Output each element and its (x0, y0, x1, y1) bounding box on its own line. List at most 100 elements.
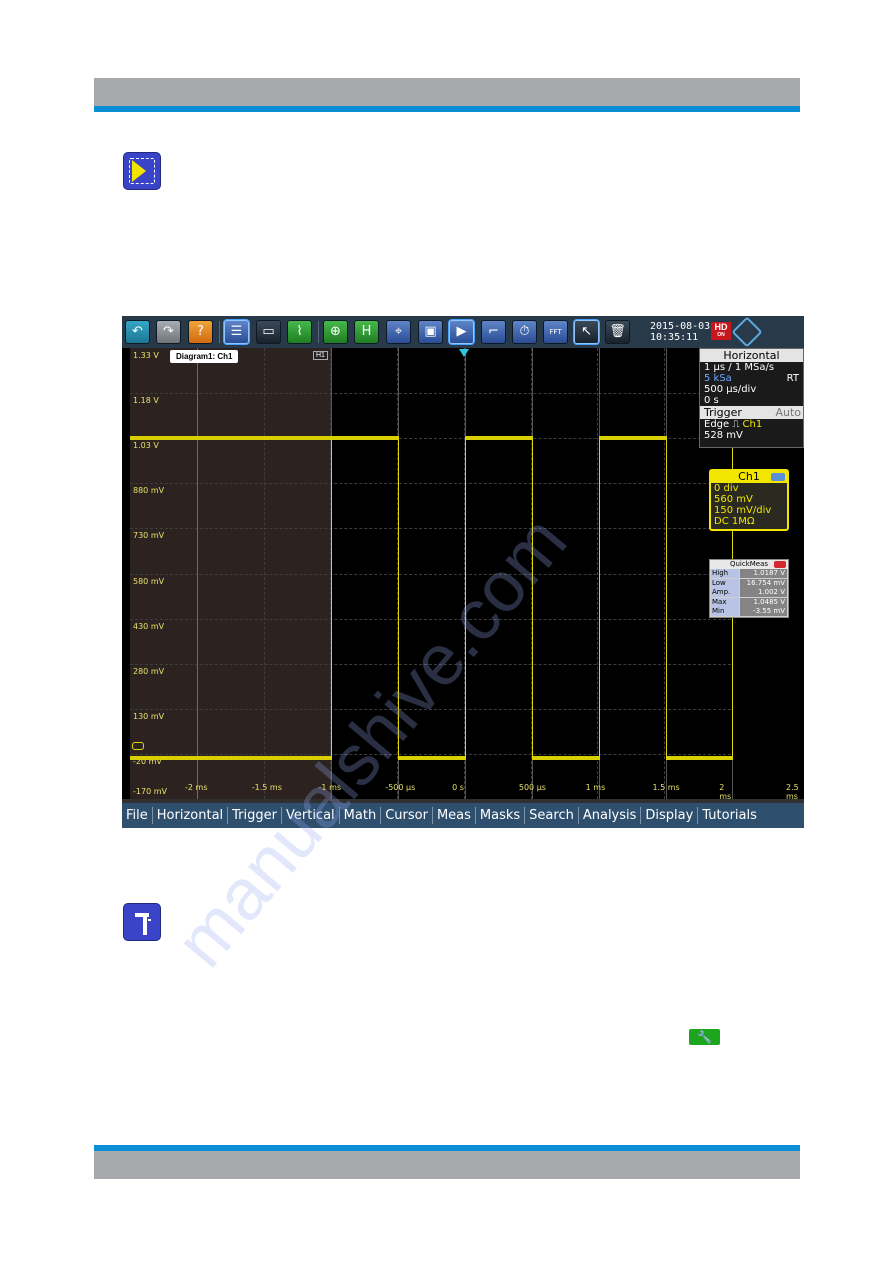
trigger-position-marker[interactable] (459, 349, 469, 357)
measure-icon: ⌐ (488, 324, 499, 339)
menu-tutorials[interactable]: Tutorials (698, 807, 761, 824)
cursor-button[interactable]: ⌖ (386, 320, 411, 344)
signal-trace-segment (599, 436, 666, 441)
x-tick-label: 1.5 ms (652, 783, 680, 792)
menu-analysis[interactable]: Analysis (579, 807, 642, 824)
close-icon[interactable] (774, 561, 786, 568)
quickmeas-row: Max 1.0485 V (710, 597, 788, 608)
search-icon: ▶ (456, 324, 467, 339)
redo-button[interactable]: ↷ (156, 320, 181, 344)
grid-line-horizontal (130, 528, 731, 530)
fft-button[interactable]: FFT (543, 320, 568, 344)
x-tick-label: -2 ms (185, 783, 208, 792)
meas-label: Low (711, 578, 739, 588)
save-recall-button[interactable]: ▭ (256, 320, 281, 344)
redo-icon: ↷ (163, 324, 174, 339)
autoset-button[interactable]: ⌇ (287, 320, 312, 344)
delete-icon: 🗑 (609, 324, 626, 339)
time-scale: 500 µs/div (704, 384, 757, 395)
menu-search[interactable]: Search (525, 807, 579, 824)
menu-trigger[interactable]: Trigger (228, 807, 282, 824)
toolbar-separator (318, 321, 319, 343)
trigger-type: Edge (704, 419, 730, 430)
trigger-source: Ch1 (742, 419, 763, 430)
page-header-band (94, 78, 800, 106)
minimize-icon[interactable] (771, 473, 785, 481)
record-length: 5 kSa (704, 373, 732, 384)
menu-math[interactable]: Math (340, 807, 382, 824)
signal-bar-button[interactable]: ☰ (224, 320, 249, 344)
measure-icon (123, 903, 161, 941)
menu-masks[interactable]: Masks (476, 807, 526, 824)
wrench-icon: 🔧 (689, 1029, 720, 1045)
channel-offset-div: 0 div (714, 483, 739, 494)
quickmeas-row: Low 16.754 mV (710, 578, 788, 589)
channel1-panel[interactable]: Ch1 0 div 560 mV 150 mV/div DC 1MΩ (709, 469, 789, 531)
mask-button[interactable]: ▣ (418, 320, 443, 344)
y-tick-label: 1.33 V (133, 351, 159, 360)
y-tick-label: 1.03 V (133, 441, 159, 451)
time: 10:35:11 (650, 332, 699, 343)
delete-button[interactable]: 🗑 (605, 320, 630, 344)
hd-badge[interactable]: HD ON (711, 322, 731, 340)
page-header-line (94, 106, 800, 112)
signal-edge (465, 436, 466, 761)
menu-display[interactable]: Display (641, 807, 699, 824)
undo-button[interactable]: ↶ (125, 320, 150, 344)
history-label: H1 (313, 351, 328, 360)
history-button[interactable]: H (354, 320, 379, 344)
menu-vertical[interactable]: Vertical (282, 807, 340, 824)
horizontal-panel[interactable]: Horizontal 1 µs / 1 MSa/s 5 kSa RT 500 µs… (699, 348, 804, 448)
grid-line-horizontal (130, 663, 731, 665)
select-button[interactable]: ↖ (574, 320, 599, 344)
quickmeas-button[interactable]: ⏱ (512, 320, 537, 344)
meas-value: 1.002 V (740, 588, 787, 597)
grid-line-horizontal (130, 708, 731, 710)
fft-icon: FFT (549, 328, 562, 336)
signal-trace-segment (331, 436, 398, 441)
page-footer-band (94, 1151, 800, 1179)
select-icon: ↖ (581, 324, 592, 339)
horizontal-title: Horizontal (700, 349, 803, 362)
y-tick-label: 430 mV (133, 621, 165, 631)
menu-bar: File Horizontal Trigger Vertical Math Cursor M… (122, 803, 804, 828)
date: 2015-08-03 (650, 321, 711, 332)
signal-edge (532, 436, 533, 761)
y-tick-label: 130 mV (133, 711, 165, 721)
signal-trace-segment (130, 756, 331, 761)
y-tick-label: 1.18 V (133, 396, 159, 406)
diagram-tab[interactable]: Diagram1: Ch1 (170, 350, 239, 363)
oscilloscope-screen: ↶ ↷? ☰ ▭ ⌇ ⊕ H ⌖ ▣ ▶ ⌐ ⏱ FFT ↖ 🗑 2015-08-03 10:35:11 H… (122, 316, 804, 828)
signal-trace-segment (465, 436, 532, 441)
x-tick-label: -500 µs (385, 783, 416, 792)
meas-value: 16.754 mV (740, 578, 787, 588)
meas-label: Min (711, 607, 739, 616)
y-tick-label: 880 mV (133, 486, 165, 496)
quickmeas-icon: ⏱ (519, 324, 530, 339)
signal-trace-segment (666, 756, 732, 761)
channel1-title: Ch1 (738, 470, 760, 483)
quickmeas-panel[interactable]: QuickMeas High 1.0187 V Low 16.754 mV Amp. 1.… (709, 559, 789, 618)
trigger-panel[interactable]: Trigger Auto (700, 406, 803, 419)
menu-horizontal[interactable]: Horizontal (153, 807, 229, 824)
diagram-plot[interactable]: 1.33 V 1.18 V 1.03 V 880 mV 730 mV 580 mV 430 … (130, 348, 799, 801)
run-single-icon (123, 152, 161, 190)
trigger-mode: Auto (775, 406, 801, 419)
grid-line-horizontal (130, 618, 731, 620)
zoom-button[interactable]: ⊕ (323, 320, 348, 344)
meas-value: 1.0485 V (740, 597, 787, 607)
channel-ground-marker[interactable] (132, 742, 144, 750)
menu-meas[interactable]: Meas (433, 807, 476, 824)
search-button[interactable]: ▶ (449, 320, 474, 344)
measure-button[interactable]: ⌐ (481, 320, 506, 344)
meas-label: Max (711, 597, 739, 607)
toolbar-separator (219, 321, 220, 343)
reference-line (197, 348, 198, 799)
date-time: 2015-08-03 10:35:11 (650, 321, 710, 343)
menu-cursor[interactable]: Cursor (381, 807, 433, 824)
help-button[interactable]: ? (188, 320, 213, 344)
grid-line-horizontal (130, 753, 731, 755)
y-tick-label: 280 mV (133, 666, 165, 676)
x-tick-label: 500 µs (518, 783, 546, 792)
menu-file[interactable]: File (122, 807, 153, 824)
